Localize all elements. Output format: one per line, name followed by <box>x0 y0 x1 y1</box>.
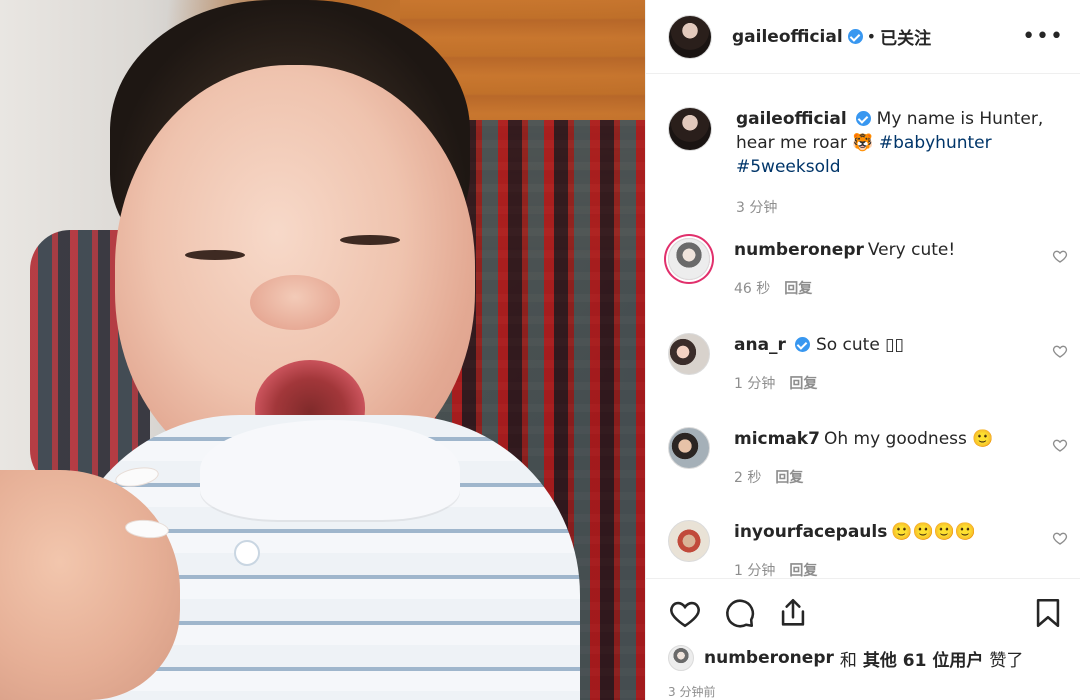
author-username[interactable]: gaileofficial <box>732 27 843 47</box>
comment-body: Oh my goodness 🙂 <box>823 429 994 449</box>
reply-button[interactable]: 回复 <box>775 467 803 487</box>
caption-meta: 3 分钟 <box>736 197 1068 217</box>
comment-time: 46 秒 <box>734 281 771 297</box>
author-avatar[interactable] <box>668 14 712 59</box>
liked-others-button[interactable]: 其他 61 位用户 <box>863 646 984 671</box>
comment-avatar[interactable] <box>668 238 710 280</box>
follow-separator: • <box>866 27 877 46</box>
reply-button[interactable]: 回复 <box>789 560 817 578</box>
action-bar <box>668 595 1065 631</box>
photo-eye-left <box>185 250 245 260</box>
comment-meta: 2 秒 回复 <box>734 467 1068 487</box>
liked-connector: 和 <box>839 650 857 671</box>
caption-text: gaileofficial My name is Hunter, hear me … <box>736 107 1068 179</box>
comment-avatar[interactable] <box>668 333 710 375</box>
comment-text: ana_r So cute ▯▯ <box>734 333 1068 357</box>
verified-badge-icon <box>847 29 863 44</box>
comment-item: ana_r So cute ▯▯ 1 分钟 回复 <box>668 333 1068 393</box>
liked-by-username[interactable]: numberonepr <box>704 648 834 668</box>
comment-username[interactable]: micmak7 <box>734 429 820 449</box>
liked-suffix: 赞了 <box>989 650 1024 671</box>
comment-meta: 46 秒 回复 <box>734 278 1068 298</box>
verified-badge-icon <box>855 111 871 126</box>
photo-baby-nose <box>250 275 340 330</box>
comment-avatar[interactable] <box>668 427 710 469</box>
comment-item: micmak7 Oh my goodness 🙂 2 秒 回复 <box>668 427 1068 487</box>
comment-item: inyourfacepauls 🙂🙂🙂🙂 1 分钟 回复 <box>668 520 1068 578</box>
heart-icon[interactable] <box>1052 437 1068 453</box>
comment-body: Very cute! <box>867 240 956 260</box>
caption: gaileofficial My name is Hunter, hear me … <box>668 107 1068 217</box>
heart-icon[interactable] <box>1052 530 1068 546</box>
post-photo[interactable] <box>0 0 645 700</box>
caption-username[interactable]: gaileofficial <box>736 109 847 129</box>
comment-time: 2 秒 <box>734 470 762 486</box>
verified-badge-icon <box>794 337 810 352</box>
photo-snap-button <box>234 540 260 566</box>
comment-item: numberonepr Very cute! 46 秒 回复 <box>668 238 1068 298</box>
comment-icon[interactable] <box>722 596 756 630</box>
reply-button[interactable]: 回复 <box>789 373 817 393</box>
bookmark-icon[interactable] <box>1031 596 1065 630</box>
post-header: gaileofficial • 已关注 ••• <box>646 0 1080 74</box>
comment-meta: 1 分钟 回复 <box>734 560 1068 578</box>
comment-avatar[interactable] <box>668 520 710 562</box>
comment-time: 1 分钟 <box>734 376 776 392</box>
comment-username[interactable]: numberonepr <box>734 240 864 260</box>
liked-by-avatar[interactable] <box>668 645 694 671</box>
likes-summary: numberonepr 和 其他 61 位用户 赞了 <box>668 645 1029 671</box>
heart-icon[interactable] <box>1052 343 1068 359</box>
heart-icon[interactable] <box>1052 248 1068 264</box>
more-options-icon[interactable]: ••• <box>1022 24 1064 49</box>
comment-body: So cute ▯▯ <box>815 335 904 355</box>
comment-text: inyourfacepauls 🙂🙂🙂🙂 <box>734 520 1068 544</box>
hashtag-link[interactable]: #5weeksold <box>736 157 841 177</box>
comment-username[interactable]: inyourfacepauls <box>734 522 887 542</box>
hashtag-link[interactable]: #babyhunter <box>879 133 992 153</box>
comments-list[interactable]: gaileofficial My name is Hunter, hear me … <box>646 75 1080 578</box>
comment-body: 🙂🙂🙂🙂 <box>891 522 977 542</box>
comment-text: numberonepr Very cute! <box>734 238 1068 262</box>
comment-meta: 1 分钟 回复 <box>734 373 1068 393</box>
post-timestamp[interactable]: 3 分钟前 <box>668 683 715 700</box>
caption-time: 3 分钟 <box>736 200 778 216</box>
follow-status-button[interactable]: 已关注 <box>880 24 931 49</box>
photo-collar <box>200 420 460 520</box>
caption-avatar[interactable] <box>668 107 712 151</box>
photo-eye-right <box>340 235 400 245</box>
share-icon[interactable] <box>776 596 810 630</box>
comment-username[interactable]: ana_r <box>734 335 786 355</box>
comment-text: micmak7 Oh my goodness 🙂 <box>734 427 1068 451</box>
reply-button[interactable]: 回复 <box>784 278 812 298</box>
post-details-panel: gaileofficial • 已关注 ••• gaileofficial My … <box>645 0 1080 700</box>
post-footer: numberonepr 和 其他 61 位用户 赞了 3 分钟前 <box>646 578 1080 700</box>
comment-time: 1 分钟 <box>734 563 776 578</box>
heart-icon[interactable] <box>668 596 702 630</box>
